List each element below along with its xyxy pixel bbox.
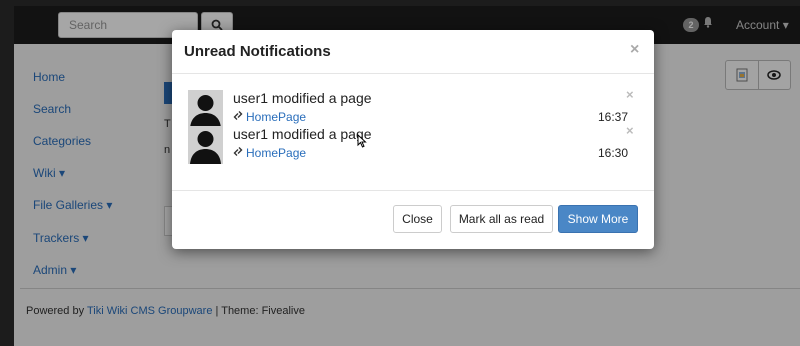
modal-footer-divider [172,190,654,191]
avatar [188,90,223,128]
link-icon [233,110,243,124]
notification-title: user1 modified a page [233,90,372,106]
link-icon [233,146,243,160]
show-more-button[interactable]: Show More [558,205,638,233]
notification-link[interactable]: HomePage [246,110,306,124]
notification-item: user1 modified a page HomePage 16:30 × [188,123,640,164]
close-button[interactable]: Close [393,205,442,233]
mouse-cursor [357,133,367,151]
avatar [188,126,223,164]
user-silhouette-icon [188,90,223,128]
close-icon[interactable]: × [630,41,639,59]
user-silhouette-icon [188,126,223,164]
notification-title: user1 modified a page [233,126,372,142]
notification-item: user1 modified a page HomePage 16:37 × [188,87,640,128]
modal-header: Unread Notifications × [172,30,654,74]
notification-link[interactable]: HomePage [246,146,306,160]
notification-time: 16:37 [598,110,629,124]
notification-time: 16:30 [598,146,629,160]
modal-title: Unread Notifications [184,43,331,60]
dismiss-icon[interactable]: × [626,123,634,138]
mark-all-read-button[interactable]: Mark all as read [450,205,553,233]
notifications-modal: Unread Notifications × user1 modified a … [172,30,654,249]
dismiss-icon[interactable]: × [626,87,634,102]
